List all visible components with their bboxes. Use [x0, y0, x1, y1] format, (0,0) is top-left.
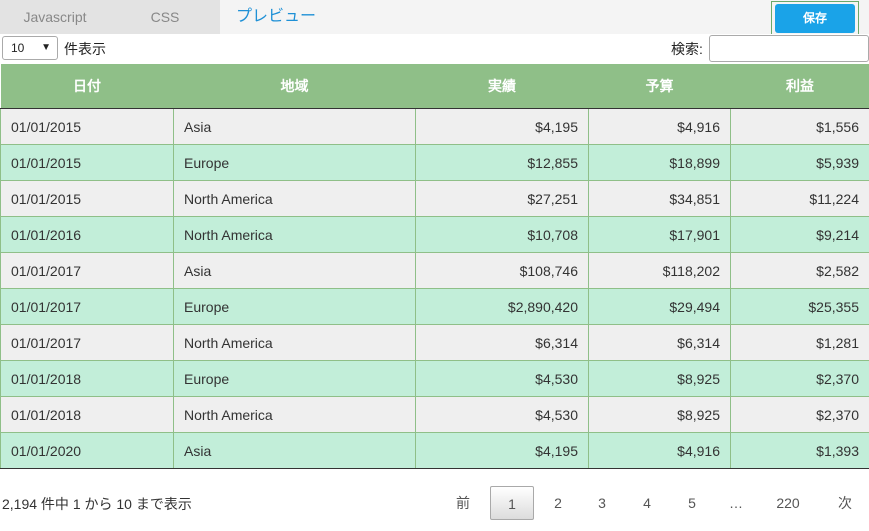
- cell-profit: $9,214: [730, 216, 869, 253]
- cell-region: North America: [173, 396, 416, 433]
- cell-budget: $8,925: [588, 396, 731, 433]
- cell-profit: $2,370: [730, 360, 869, 397]
- chevron-down-icon: ▼: [41, 42, 51, 53]
- search-label: 検索:: [671, 41, 703, 57]
- cell-actual: $4,530: [415, 360, 589, 397]
- table-row: 01/01/2015 Asia $4,195 $4,916 $1,556: [0, 108, 869, 145]
- cell-profit: $2,582: [730, 252, 869, 289]
- cell-budget: $8,925: [588, 360, 731, 397]
- cell-profit: $11,224: [730, 180, 869, 217]
- editor-tab-bar: Javascript CSS プレビュー 保存: [0, 0, 869, 36]
- table-row: 01/01/2015 Europe $12,855 $18,899 $5,939: [0, 144, 869, 181]
- data-table: 日付 地域 実績 予算 利益 01/01/2015 Asia $4,195 $4,91…: [0, 64, 869, 469]
- pagination-prev[interactable]: 前: [448, 486, 478, 520]
- cell-date: 01/01/2015: [0, 144, 174, 181]
- pagination-page-3[interactable]: 3: [587, 486, 617, 520]
- table-controls: 10 ▼ 件表示 検索:: [0, 34, 869, 64]
- pagination-page-1[interactable]: 1: [490, 486, 534, 520]
- cell-region: Asia: [173, 108, 416, 145]
- pagination-page-2[interactable]: 2: [543, 486, 573, 520]
- save-button-frame: 保存: [771, 1, 859, 36]
- table-header-row: 日付 地域 実績 予算 利益: [0, 64, 869, 109]
- cell-actual: $27,251: [415, 180, 589, 217]
- column-header-date[interactable]: 日付: [0, 64, 174, 109]
- cell-region: Asia: [173, 252, 416, 289]
- cell-region: Asia: [173, 432, 416, 469]
- cell-budget: $18,899: [588, 144, 731, 181]
- column-header-actual[interactable]: 実績: [415, 64, 589, 109]
- cell-actual: $108,746: [415, 252, 589, 289]
- cell-date: 01/01/2017: [0, 288, 174, 325]
- table-row: 01/01/2017 Asia $108,746 $118,202 $2,582: [0, 252, 869, 289]
- cell-date: 01/01/2017: [0, 324, 174, 361]
- tab-javascript[interactable]: Javascript: [0, 0, 110, 34]
- pagination-ellipsis: …: [729, 495, 743, 511]
- table-row: 01/01/2018 North America $4,530 $8,925 $2,37…: [0, 396, 869, 433]
- cell-profit: $1,556: [730, 108, 869, 145]
- cell-budget: $6,314: [588, 324, 731, 361]
- cell-region: North America: [173, 216, 416, 253]
- cell-actual: $12,855: [415, 144, 589, 181]
- pagination-page-5[interactable]: 5: [677, 486, 707, 520]
- cell-actual: $6,314: [415, 324, 589, 361]
- cell-region: North America: [173, 324, 416, 361]
- cell-actual: $4,195: [415, 432, 589, 469]
- page-length-value: 10: [11, 41, 25, 55]
- cell-date: 01/01/2018: [0, 396, 174, 433]
- page-length-select[interactable]: 10 ▼: [2, 36, 58, 60]
- table-row: 01/01/2015 North America $27,251 $34,851 $11…: [0, 180, 869, 217]
- cell-profit: $5,939: [730, 144, 869, 181]
- pagination-page-last[interactable]: 220: [768, 486, 808, 520]
- cell-region: North America: [173, 180, 416, 217]
- cell-budget: $17,901: [588, 216, 731, 253]
- cell-profit: $25,355: [730, 288, 869, 325]
- cell-profit: $1,393: [730, 432, 869, 469]
- cell-region: Europe: [173, 360, 416, 397]
- table-row: 01/01/2020 Asia $4,195 $4,916 $1,393: [0, 432, 869, 469]
- cell-date: 01/01/2018: [0, 360, 174, 397]
- cell-date: 01/01/2015: [0, 108, 174, 145]
- save-button[interactable]: 保存: [775, 4, 855, 33]
- cell-date: 01/01/2015: [0, 180, 174, 217]
- cell-profit: $2,370: [730, 396, 869, 433]
- table-info: 2,194 件中 1 から 10 まで表示: [2, 496, 192, 512]
- cell-budget: $34,851: [588, 180, 731, 217]
- cell-date: 01/01/2016: [0, 216, 174, 253]
- cell-budget: $4,916: [588, 432, 731, 469]
- tab-preview[interactable]: プレビュー: [220, 0, 330, 34]
- table-body: 01/01/2015 Asia $4,195 $4,916 $1,556 01/01/20…: [0, 108, 869, 469]
- cell-actual: $4,195: [415, 108, 589, 145]
- page-length-label: 件表示: [64, 41, 106, 57]
- column-header-budget[interactable]: 予算: [588, 64, 731, 109]
- cell-date: 01/01/2020: [0, 432, 174, 469]
- cell-actual: $2,890,420: [415, 288, 589, 325]
- cell-budget: $118,202: [588, 252, 731, 289]
- cell-region: Europe: [173, 144, 416, 181]
- cell-actual: $4,530: [415, 396, 589, 433]
- tab-css[interactable]: CSS: [110, 0, 220, 34]
- pagination-page-4[interactable]: 4: [632, 486, 662, 520]
- cell-budget: $4,916: [588, 108, 731, 145]
- table-row: 01/01/2018 Europe $4,530 $8,925 $2,370: [0, 360, 869, 397]
- column-header-profit[interactable]: 利益: [730, 64, 869, 109]
- cell-region: Europe: [173, 288, 416, 325]
- table-row: 01/01/2016 North America $10,708 $17,901 $9,…: [0, 216, 869, 253]
- table-row: 01/01/2017 Europe $2,890,420 $29,494 $25,355: [0, 288, 869, 325]
- column-header-region[interactable]: 地域: [173, 64, 416, 109]
- cell-profit: $1,281: [730, 324, 869, 361]
- cell-budget: $29,494: [588, 288, 731, 325]
- pagination-next[interactable]: 次: [830, 486, 860, 520]
- search-input[interactable]: [709, 35, 869, 62]
- table-row: 01/01/2017 North America $6,314 $6,314 $1,28…: [0, 324, 869, 361]
- cell-actual: $10,708: [415, 216, 589, 253]
- cell-date: 01/01/2017: [0, 252, 174, 289]
